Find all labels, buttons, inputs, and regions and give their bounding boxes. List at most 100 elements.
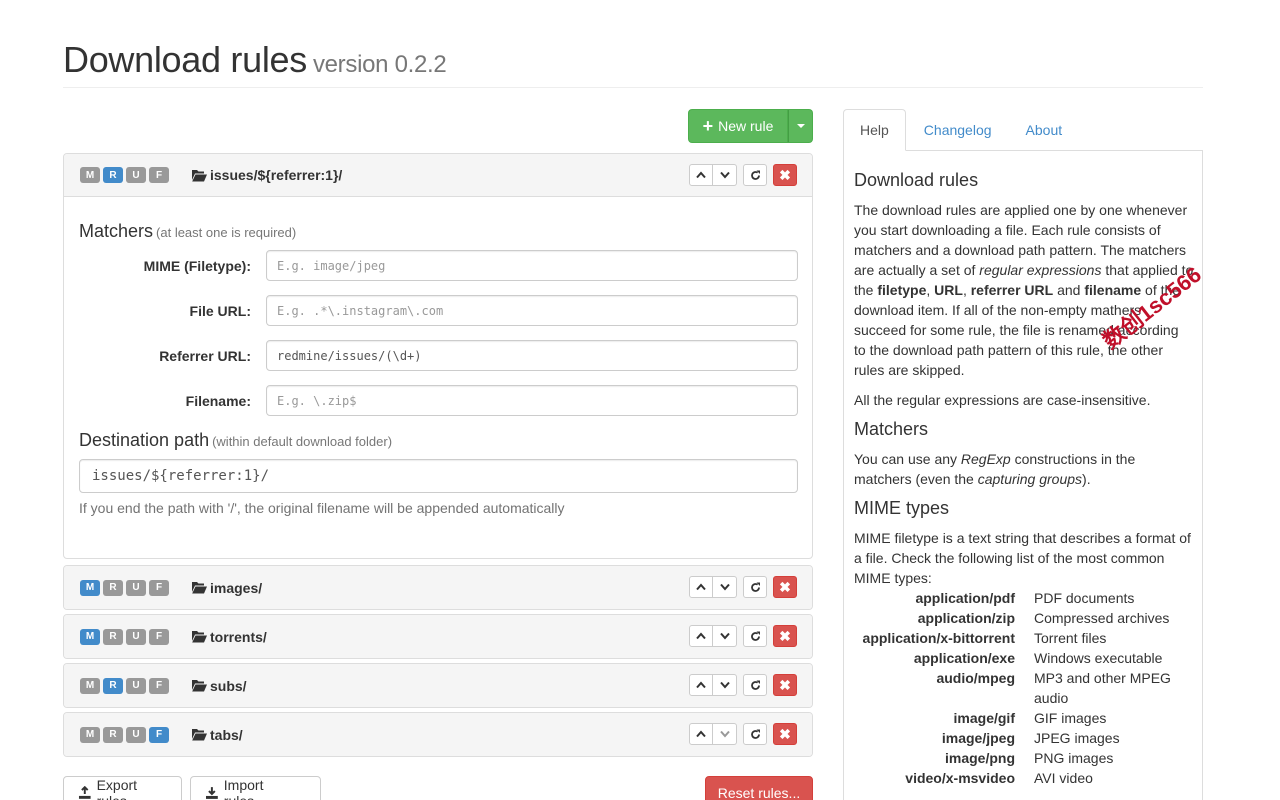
tab-help[interactable]: Help bbox=[843, 109, 906, 151]
rule-actions: ✖ bbox=[689, 625, 797, 647]
badge-filename: F bbox=[149, 677, 169, 694]
destination-path-input[interactable] bbox=[79, 459, 798, 493]
chevron-up-icon bbox=[696, 583, 706, 591]
rule-title: torrents/ bbox=[191, 629, 267, 645]
help-paragraph-case: All the regular expressions are case-ins… bbox=[854, 392, 1151, 408]
badge-referrer: R bbox=[103, 167, 123, 183]
matcher-badges: M R U F bbox=[80, 726, 169, 743]
rule-heading[interactable]: M R U F tabs/ ✖ bbox=[64, 713, 812, 756]
duplicate-button[interactable] bbox=[743, 674, 767, 696]
matchers-title: Matchers bbox=[79, 221, 154, 241]
badge-url: U bbox=[126, 167, 146, 183]
duplicate-button[interactable] bbox=[743, 164, 767, 186]
move-up-button[interactable] bbox=[689, 164, 713, 186]
mime-type: audio/mpeg bbox=[936, 670, 1015, 686]
mime-type: image/gif bbox=[953, 710, 1015, 726]
badge-filename: F bbox=[149, 167, 169, 183]
matcher-badges: M R U F bbox=[80, 167, 169, 183]
plus-icon: + bbox=[702, 116, 714, 136]
move-down-button[interactable] bbox=[713, 674, 737, 696]
delete-button[interactable]: ✖ bbox=[773, 625, 797, 647]
help-text: , bbox=[962, 282, 971, 298]
new-rule-button[interactable]: + New rule bbox=[688, 109, 788, 143]
matcher-badges: M R U F bbox=[80, 579, 169, 596]
rule-heading[interactable]: M R U F subs/ ✖ bbox=[64, 664, 812, 707]
duplicate-button[interactable] bbox=[743, 576, 767, 598]
rule-title-text: issues/${referrer:1}/ bbox=[210, 167, 343, 183]
mime-description: MP3 and other MPEG audio bbox=[1034, 670, 1171, 706]
mime-type: application/zip bbox=[917, 610, 1015, 626]
mime-input[interactable] bbox=[266, 250, 798, 281]
move-up-button[interactable] bbox=[689, 674, 713, 696]
rule-title: subs/ bbox=[191, 678, 247, 694]
delete-button[interactable]: ✖ bbox=[773, 164, 797, 186]
rule-heading[interactable]: M R U F issues/${referrer:1}/ ✖ bbox=[64, 154, 812, 197]
new-rule-dropdown-button[interactable] bbox=[788, 109, 813, 143]
chevron-down-icon bbox=[719, 583, 730, 591]
badge-mime: M bbox=[80, 579, 100, 596]
move-down-button[interactable] bbox=[713, 576, 737, 598]
help-paragraph-matchers: You can use any RegExp constructions in … bbox=[854, 449, 1194, 489]
rule-editor: Matchers (at least one is required) MIME … bbox=[64, 197, 812, 558]
close-icon: ✖ bbox=[779, 725, 791, 742]
close-icon: ✖ bbox=[779, 627, 791, 644]
close-icon: ✖ bbox=[779, 166, 791, 183]
move-down-button[interactable] bbox=[713, 723, 737, 745]
filename-input[interactable] bbox=[266, 385, 798, 416]
move-up-button[interactable] bbox=[689, 625, 713, 647]
folder-open-icon bbox=[192, 169, 207, 181]
help-text: You can use any bbox=[854, 451, 961, 467]
rule-actions: ✖ bbox=[689, 674, 797, 696]
rule-heading[interactable]: M R U F torrents/ ✖ bbox=[64, 615, 812, 658]
delete-button[interactable]: ✖ bbox=[773, 674, 797, 696]
tab-about[interactable]: About bbox=[1010, 109, 1079, 151]
mime-description: Windows executable bbox=[1034, 650, 1163, 666]
badge-filename: F bbox=[149, 628, 169, 645]
matcher-badges: M R U F bbox=[80, 677, 169, 694]
reset-rules-button[interactable]: Reset rules... bbox=[705, 776, 813, 800]
rule-title: tabs/ bbox=[191, 727, 243, 743]
mime-description: Torrent files bbox=[1034, 630, 1107, 646]
duplicate-button[interactable] bbox=[743, 723, 767, 745]
duplicate-button[interactable] bbox=[743, 625, 767, 647]
rule-panel: M R U F tabs/ ✖ bbox=[63, 712, 813, 757]
page-version: version 0.2.2 bbox=[312, 51, 447, 78]
sidebar-tabs: Help Changelog About bbox=[843, 109, 1203, 151]
caret-down-icon bbox=[796, 124, 805, 128]
rule-title-text: torrents/ bbox=[210, 628, 267, 645]
rule-panel: M R U F torrents/ ✖ bbox=[63, 614, 813, 659]
help-text: and bbox=[1053, 282, 1085, 298]
mime-description: GIF images bbox=[1034, 710, 1107, 726]
move-down-button[interactable] bbox=[713, 625, 737, 647]
tab-changelog[interactable]: Changelog bbox=[908, 109, 1008, 151]
rule-title: issues/${referrer:1}/ bbox=[191, 167, 342, 183]
badge-mime: M bbox=[80, 726, 100, 743]
chevron-down-icon bbox=[719, 730, 730, 738]
page-title: Download rules version 0.2.2 bbox=[63, 38, 1203, 87]
move-up-button[interactable] bbox=[689, 723, 713, 745]
file-url-input[interactable] bbox=[266, 295, 798, 326]
move-up-button[interactable] bbox=[689, 576, 713, 598]
badge-filename: F bbox=[149, 579, 169, 596]
help-bold: filename bbox=[1084, 282, 1142, 298]
import-rules-button[interactable]: Import rules... bbox=[190, 776, 321, 800]
rule-title-text: subs/ bbox=[210, 677, 247, 694]
badge-referrer: R bbox=[103, 579, 123, 596]
rule-title: images/ bbox=[191, 580, 262, 596]
rule-heading[interactable]: M R U F images/ ✖ bbox=[64, 566, 812, 609]
help-paragraph-intro: The download rules are applied one by on… bbox=[854, 200, 1194, 380]
help-bold: filetype bbox=[877, 282, 927, 298]
badge-referrer: R bbox=[103, 677, 123, 694]
refresh-icon bbox=[750, 170, 760, 180]
folder-open-icon bbox=[192, 680, 207, 692]
badge-mime: M bbox=[80, 167, 100, 183]
move-down-button[interactable] bbox=[713, 164, 737, 186]
export-rules-label: Export rules bbox=[96, 777, 138, 800]
mime-type: application/exe bbox=[913, 650, 1015, 666]
delete-button[interactable]: ✖ bbox=[773, 576, 797, 598]
referrer-url-input[interactable] bbox=[266, 340, 798, 371]
delete-button[interactable]: ✖ bbox=[773, 723, 797, 745]
folder-open-icon bbox=[192, 582, 207, 594]
export-rules-button[interactable]: Export rules bbox=[63, 776, 182, 800]
badge-url: U bbox=[126, 726, 146, 743]
